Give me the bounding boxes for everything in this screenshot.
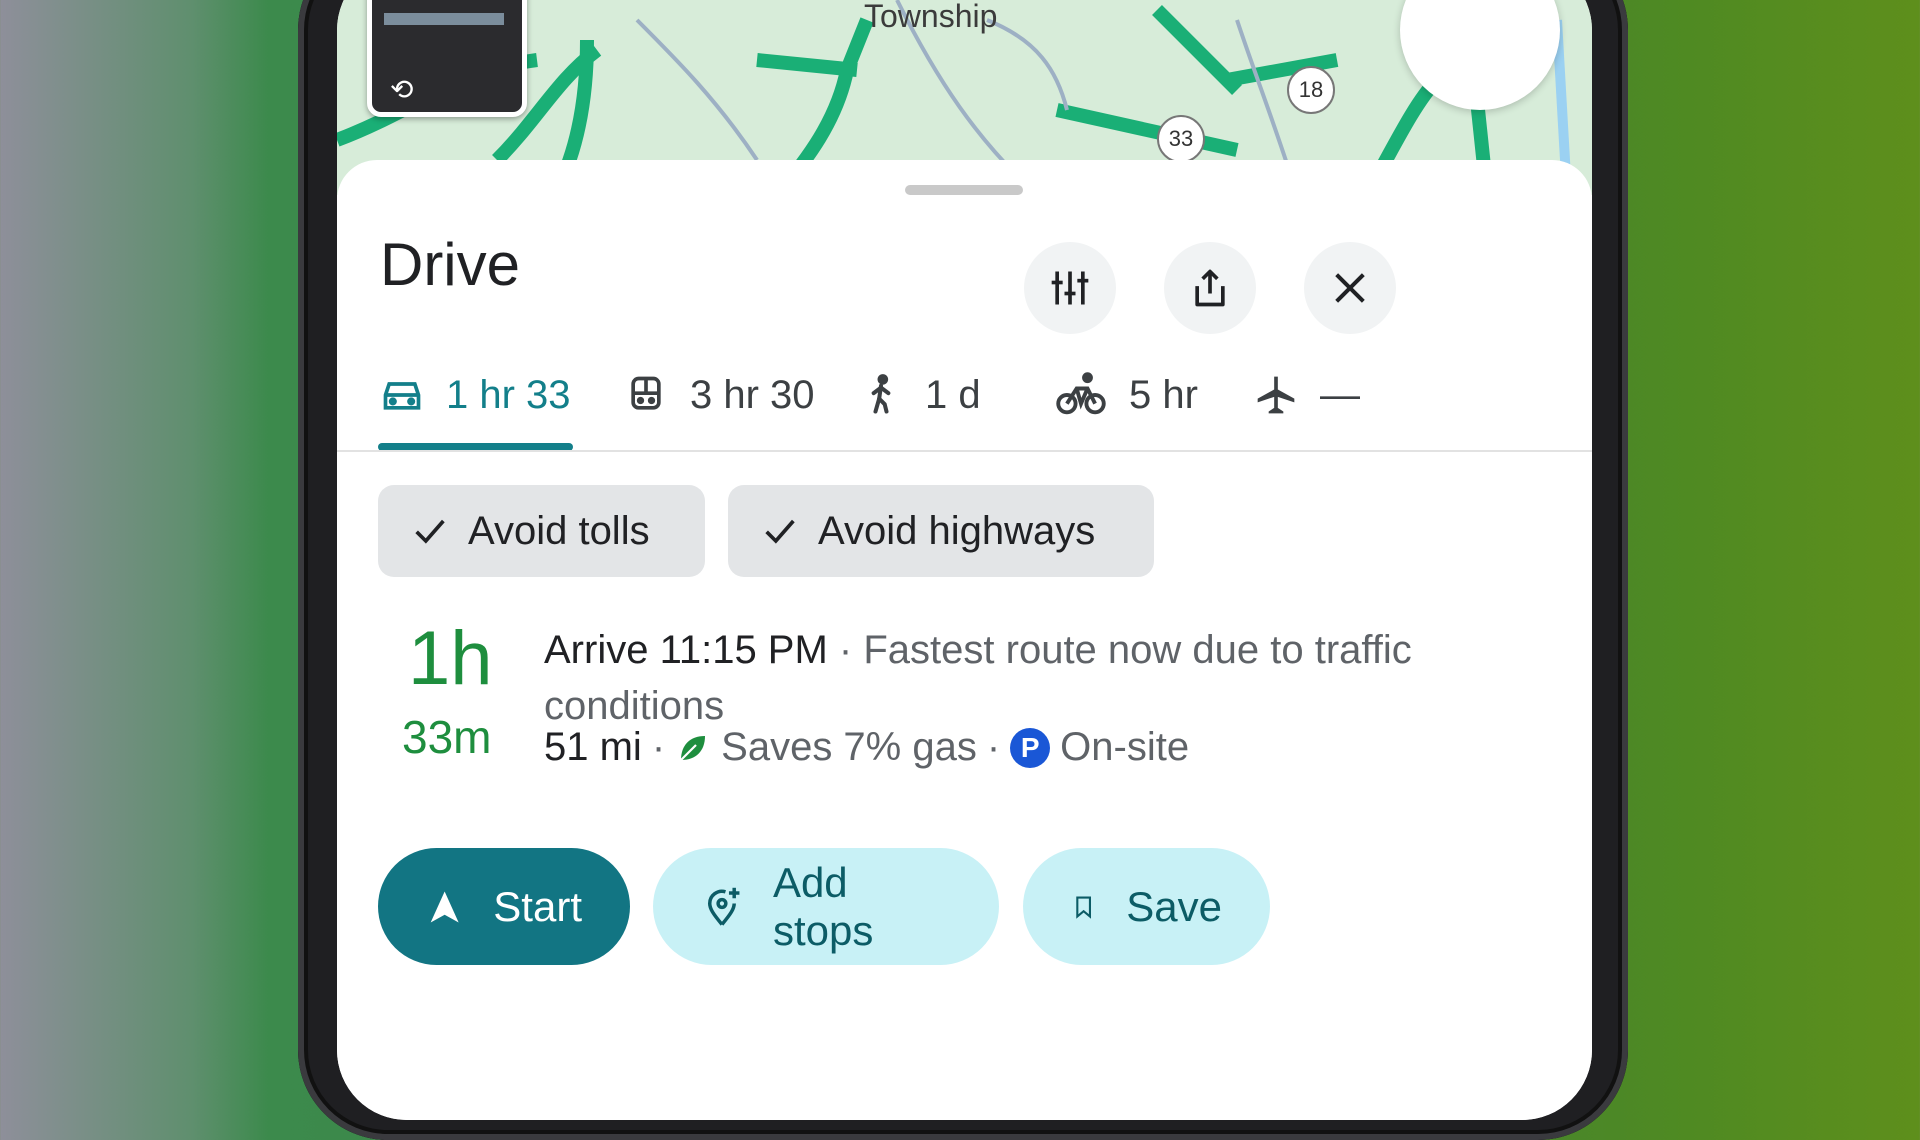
tab-walk-label: 1 d — [925, 372, 981, 417]
route-options-button[interactable] — [1024, 242, 1116, 334]
check-icon — [415, 519, 445, 544]
sheet-title: Drive — [380, 231, 521, 298]
add-stops-button[interactable]: Add stops — [653, 848, 999, 965]
navigation-icon — [430, 890, 459, 923]
plane-icon — [1257, 376, 1295, 414]
separator: · — [986, 725, 1001, 769]
bookmark-icon — [1076, 895, 1092, 919]
phone-screen: ⟲ Township 18 33 Drive 1 hr 33 3 hr 30 1… — [337, 0, 1592, 1120]
tab-drive[interactable]: 1 hr 33 — [380, 345, 571, 445]
parking-info: On-site — [1060, 725, 1190, 769]
route-note: Fastest route now due to traffic — [863, 628, 1412, 672]
navigation-arrow-icon — [1400, 0, 1452, 2]
tab-transit-label: 3 hr 30 — [690, 372, 815, 417]
gas-savings: Saves 7% gas — [721, 725, 977, 769]
car-icon — [383, 382, 421, 410]
walk-icon — [871, 374, 891, 414]
drag-handle[interactable] — [905, 185, 1023, 195]
tab-bike-label: 5 hr — [1129, 372, 1198, 417]
avoid-tolls-label: Avoid tolls — [468, 508, 650, 553]
eta-minutes: 33m — [402, 711, 492, 763]
avoid-tolls-chip[interactable]: Avoid tolls — [378, 485, 705, 577]
separator: · — [827, 628, 864, 672]
tab-walk[interactable]: 1 d — [859, 345, 981, 445]
leaf-icon — [680, 735, 706, 761]
start-button[interactable]: Start — [378, 848, 630, 965]
tab-bike[interactable]: 5 hr — [1055, 345, 1198, 445]
tab-flight-label: — — [1320, 372, 1360, 417]
separator: · — [651, 725, 666, 769]
bike-icon — [1056, 372, 1106, 415]
train-icon — [631, 376, 661, 410]
check-icon — [765, 519, 795, 544]
distance: 51 mi — [544, 725, 642, 769]
close-icon — [1335, 273, 1365, 303]
street-view-thumbnail[interactable]: ⟲ — [367, 0, 527, 117]
start-label: Start — [493, 882, 582, 930]
route-badge-33: 33 — [1157, 115, 1205, 163]
save-button[interactable]: Save — [1023, 848, 1270, 965]
route-note-continued: conditions — [544, 684, 725, 728]
arrival-time: Arrive 11:15 PM — [544, 628, 828, 672]
route-badge-18: 18 — [1287, 66, 1335, 114]
save-label: Save — [1126, 882, 1222, 930]
add-location-icon — [707, 887, 740, 926]
map-place-label: Township — [864, 0, 998, 34]
street-view-image — [384, 13, 504, 25]
tab-transit[interactable]: 3 hr 30 — [624, 345, 815, 445]
route-summary[interactable]: Arrive 11:15 PM · Fastest route now due … — [544, 622, 1504, 734]
avoid-highways-label: Avoid highways — [818, 508, 1096, 553]
avoid-highways-chip[interactable]: Avoid highways — [728, 485, 1154, 577]
rotate-360-icon: ⟲ — [390, 74, 414, 105]
directions-sheet: Drive 1 hr 33 3 hr 30 1 d 5 hr — Avoid t… — [337, 160, 1592, 1120]
close-button[interactable] — [1304, 242, 1396, 334]
parking-icon: P — [1010, 727, 1051, 768]
tabs-divider — [337, 450, 1592, 452]
travel-mode-tabs: 1 hr 33 3 hr 30 1 d 5 hr — — [337, 345, 1592, 450]
add-stops-label: Add stops — [772, 858, 874, 954]
tab-flight[interactable]: — — [1254, 345, 1360, 445]
route-details: 51 mi · Saves 7% gas · P On-site — [544, 725, 1189, 770]
sliders-icon — [1051, 271, 1089, 305]
eta-hours: 1h — [408, 616, 493, 701]
tab-drive-label: 1 hr 33 — [446, 372, 571, 417]
share-icon — [1195, 269, 1225, 307]
share-button[interactable] — [1164, 242, 1256, 334]
